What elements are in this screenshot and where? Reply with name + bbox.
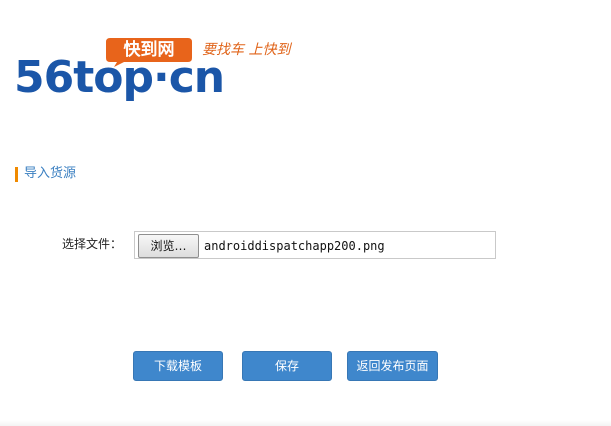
file-field-label: 选择文件： [62,237,123,251]
back-to-publish-button[interactable]: 返回发布页面 [347,351,438,381]
browse-button[interactable]: 浏览… [138,234,199,258]
section-title: 导入货源 [24,166,77,181]
selected-file-name: androiddispatchapp200.png [204,239,385,253]
site-logo[interactable]: 快到网 要找车 上快到 56top·cn [12,36,342,106]
page-bottom-fade [0,420,611,426]
section-accent-bar [15,167,18,182]
file-input[interactable]: 浏览… androiddispatchapp200.png [134,231,496,259]
logo-text: 56top·cn [14,52,225,103]
save-button[interactable]: 保存 [242,351,332,381]
download-template-button[interactable]: 下载模板 [133,351,223,381]
import-cargo-page: 快到网 要找车 上快到 56top·cn 导入货源 选择文件： 浏览… andr… [0,0,611,426]
